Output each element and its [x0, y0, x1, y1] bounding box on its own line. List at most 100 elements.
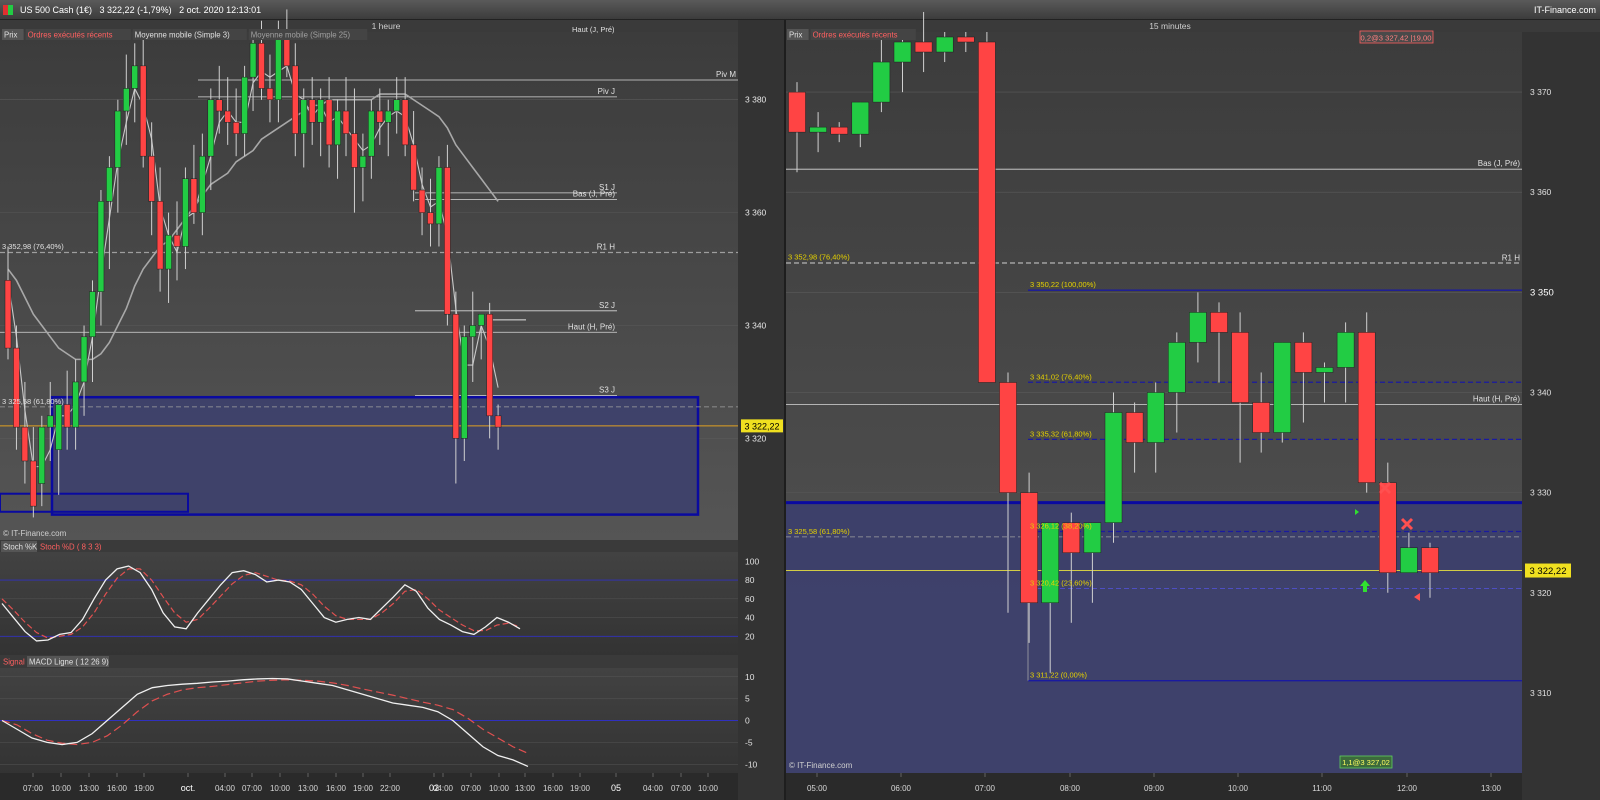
right-price-tick: 3 350 [1530, 287, 1554, 298]
left-candle-body [156, 201, 164, 270]
stoch-legend-k: Stoch %K [3, 543, 38, 552]
left-level-label: S2 J [599, 301, 615, 310]
left-candle-body [80, 336, 88, 383]
left-watermark: © IT-Finance.com [3, 529, 67, 538]
left-candle-body [21, 426, 29, 462]
right-price-tick: 3 360 [1530, 187, 1552, 197]
chart-canvas[interactable]: 3 3803 3603 3403 320Piv MPiv JS1 JBas (J… [0, 0, 1600, 800]
left-level-label: S3 J [599, 386, 615, 395]
left-time-label: 05 [611, 783, 621, 793]
left-candle-body [207, 99, 215, 157]
left-candle-body [401, 99, 409, 146]
left-time-label: 10:00 [698, 784, 719, 793]
left-candle-body [317, 99, 324, 123]
left-candle-body [461, 336, 468, 439]
right-candle-body [1125, 412, 1144, 443]
left-time-label: 07:00 [242, 784, 263, 793]
left-time-label: 07:00 [461, 784, 482, 793]
right-fib-label: 3 326,12 (38,20%) [1030, 521, 1092, 530]
stoch-tick: 40 [745, 613, 755, 623]
left-candle-body [97, 201, 105, 292]
left-price-tick: 3 380 [745, 95, 767, 105]
order-label-bottom-text: 1,1@3 327,02 [1342, 758, 1390, 767]
left-time-label: 19:00 [570, 784, 591, 793]
right-candle-body [1146, 392, 1165, 443]
left-legend-item: Moyenne mobile (Simple 25) [251, 31, 351, 40]
left-time-label: oct. [181, 783, 196, 793]
right-demand-zone [786, 502, 1522, 773]
right-time-label: 11:00 [1312, 784, 1332, 793]
left-time-label: 13:00 [298, 784, 319, 793]
order-label-top-text: 0,2@3 327,42 |19,00 [1361, 34, 1432, 43]
right-candle-body [872, 61, 891, 103]
left-candle-body [494, 415, 502, 428]
right-candle-body [1379, 482, 1397, 573]
right-time-label: 09:00 [1144, 784, 1165, 793]
right-time-label: 10:00 [1228, 784, 1249, 793]
right-candle-body [978, 41, 996, 383]
left-time-label: 16:00 [543, 784, 564, 793]
right-candle-body [788, 91, 806, 133]
left-candle-body [477, 313, 485, 326]
right-last-price-text: 3 322,22 [1530, 566, 1567, 577]
right-candle-body [1104, 412, 1123, 523]
left-candle-body [393, 99, 400, 112]
left-candle-body [376, 110, 384, 123]
left-candle-body [55, 404, 62, 450]
left-demand-zone [50, 395, 700, 516]
right-legend-item: Ordres exécutés récents [813, 31, 898, 40]
left-candle-body [469, 325, 476, 338]
right-candle-body [957, 36, 975, 43]
right-fib-label: 3 325,58 (61,80%) [788, 527, 850, 536]
left-candle-body [435, 167, 443, 225]
left-candle-body [47, 415, 54, 428]
left-candle-body [123, 88, 130, 112]
right-candle-body [1231, 332, 1249, 403]
left-candle-body [106, 167, 113, 202]
left-candle-body [224, 110, 231, 123]
right-time-label: 12:00 [1397, 784, 1418, 793]
left-candle-body [241, 76, 248, 134]
left-price-axis [738, 20, 786, 800]
left-time-label: 07:00 [671, 784, 692, 793]
right-candle-body [935, 36, 954, 53]
left-last-price-text: 3 322,22 [744, 421, 779, 431]
left-candle-body [190, 178, 198, 213]
left-candle-body [173, 234, 181, 247]
left-candle-body [72, 381, 79, 428]
right-price-tick: 3 340 [1530, 387, 1552, 397]
left-top-cut-label: Haut (J, Pré) [572, 25, 615, 34]
left-time-label: 04:00 [215, 784, 236, 793]
macd-tick: -10 [745, 759, 758, 769]
left-candle-body [342, 110, 350, 134]
left-time-label: 13:00 [79, 784, 100, 793]
right-fib-label: 3 350,22 (100,00%) [1030, 280, 1096, 289]
stoch-tick: 100 [745, 556, 759, 566]
left-candle-body [148, 155, 155, 202]
left-candle-body [325, 99, 333, 146]
left-candle-body [351, 133, 358, 168]
stoch-tick: 60 [745, 594, 755, 604]
left-time-label: 04:00 [643, 784, 664, 793]
left-candle-body [427, 212, 434, 225]
stoch-panel [0, 552, 738, 655]
left-time-label: 10:00 [489, 784, 510, 793]
right-legend-item: Prix [789, 31, 803, 40]
left-candle-body [249, 43, 257, 78]
macd-panel-header [0, 655, 740, 668]
left-level-label: Piv M [716, 70, 736, 79]
right-price-tick: 3 320 [1530, 588, 1552, 598]
left-level-label: Haut (H, Pré) [568, 322, 615, 331]
left-legend-item: Moyenne mobile (Simple 3) [135, 31, 230, 40]
right-time-label: 05:00 [807, 784, 828, 793]
left-candle-body [38, 426, 46, 484]
left-time-label: 07:00 [23, 784, 44, 793]
right-time-label: 06:00 [891, 784, 912, 793]
right-price-tick: 3 370 [1530, 87, 1552, 97]
left-time-label: 04:00 [433, 784, 454, 793]
left-candle-body [452, 313, 460, 439]
right-price-tick: 3 330 [1530, 488, 1552, 498]
left-candle-body [368, 110, 375, 157]
right-candle-body [1357, 332, 1376, 483]
left-candle-body [216, 99, 223, 112]
